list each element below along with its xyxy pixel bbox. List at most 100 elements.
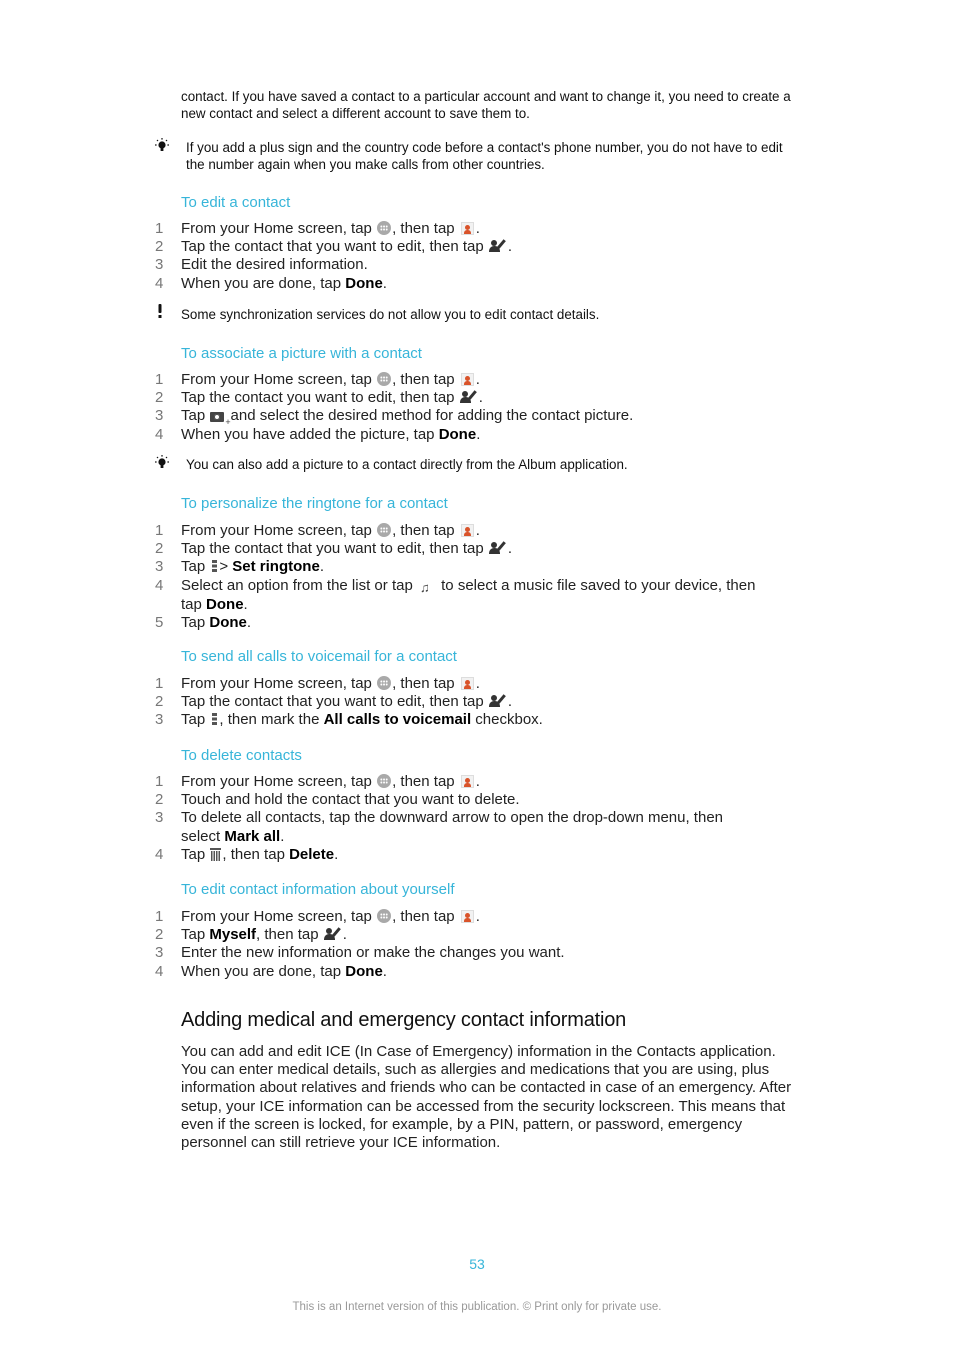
section-title: To associate a picture with a contact [181, 345, 422, 362]
step-number: 4 [155, 845, 164, 863]
ui-term: All calls to voicemail [323, 711, 472, 729]
step-item: 2 Tap the contact you want to edit, then … [0, 389, 954, 407]
step-item: 2 Tap the contact that you want to edit, … [0, 238, 954, 256]
step-item: 4 Tap , then tap Delete. [0, 846, 954, 864]
step-number: 3 [155, 256, 164, 274]
step-number: 1 [155, 220, 164, 237]
step-number: 5 [155, 613, 164, 631]
step-list: 1 From your Home screen, tap , then tap .… [0, 773, 954, 864]
step-text: When you are done, tap Done. [181, 274, 387, 292]
step-number: 2 [155, 791, 164, 809]
edit-contact-icon [459, 390, 478, 404]
contacts-icon [460, 677, 474, 690]
apps-icon [377, 523, 392, 537]
music-file-icon: ♫ [419, 579, 430, 595]
step-text: To delete all contacts, tap the downward… [181, 809, 723, 845]
step-text: Tap the contact that you want to edit, t… [181, 693, 513, 711]
step-item: 2 Touch and hold the contact that you wan… [0, 791, 954, 809]
exclamation-icon [158, 304, 162, 318]
contacts-icon [460, 373, 474, 386]
step-item: 1 From your Home screen, tap , then tap . [0, 371, 954, 389]
step-item: 4 Select an option from the list or tap ♫… [0, 577, 954, 614]
step-item: 3 Edit the desired information. [0, 256, 954, 274]
step-item: 4 When you have added the picture, tap Do… [0, 426, 954, 444]
step-list: 1 From your Home screen, tap , then tap .… [0, 522, 954, 632]
step-item: 1 From your Home screen, tap , then tap . [0, 908, 954, 926]
step-number: 3 [155, 711, 164, 729]
contacts-icon [460, 222, 474, 235]
tip-note: You can also add a picture to a contact … [186, 457, 628, 472]
contacts-icon [460, 910, 474, 923]
edit-contact-icon [323, 927, 342, 941]
step-number: 1 [155, 522, 164, 539]
edit-contact-icon [488, 541, 507, 555]
step-text: Tap > Set ringtone. [181, 558, 324, 576]
section-title: To send all calls to voicemail for a con… [181, 648, 457, 665]
section-title: To edit a contact [181, 194, 291, 211]
step-text: When you have added the picture, tap Don… [181, 425, 481, 443]
apps-icon [377, 221, 392, 235]
footer-notice: This is an Internet version of this publ… [292, 1301, 662, 1313]
step-list: 1 From your Home screen, tap , then tap .… [0, 220, 954, 293]
step-text: When you are done, tap Done. [181, 962, 387, 980]
step-item: 3 Tap , then mark the All calls to voicem… [0, 711, 954, 729]
ice-paragraph: You can add and edit ICE (In Case of Eme… [181, 1043, 792, 1152]
step-list: 1 From your Home screen, tap , then tap .… [0, 371, 954, 444]
step-text: Tap Myself, then tap . [181, 926, 347, 944]
step-item: 2 Tap the contact that you want to edit, … [0, 693, 954, 711]
ui-term: Delete [289, 845, 335, 863]
step-item: 4 When you are done, tap Done. [0, 963, 954, 981]
tip-note: If you add a plus sign and the country c… [186, 140, 783, 172]
step-number: 1 [155, 773, 164, 790]
step-text: From your Home screen, tap , then tap . [181, 371, 480, 388]
step-number: 2 [155, 238, 164, 256]
step-number: 4 [155, 425, 164, 443]
step-text: From your Home screen, tap , then tap . [181, 773, 480, 790]
step-number: 2 [155, 693, 164, 711]
ui-term: Done [438, 425, 477, 443]
trash-icon [210, 847, 222, 861]
step-text: From your Home screen, tap , then tap . [181, 908, 480, 925]
ui-term: Done [209, 613, 247, 631]
ui-term: Done [206, 595, 244, 613]
section-heading: Adding medical and emergency contact inf… [181, 1009, 627, 1031]
step-text: Tap the contact that you want to edit, t… [181, 540, 513, 558]
step-text: From your Home screen, tap , then tap . [181, 220, 480, 237]
step-text: From your Home screen, tap , then tap . [181, 675, 480, 692]
step-number: 3 [155, 944, 164, 962]
section-title: To delete contacts [181, 747, 302, 764]
lightbulb-icon [155, 138, 169, 151]
step-number: 2 [155, 926, 164, 944]
step-item: 1 From your Home screen, tap , then tap . [0, 675, 954, 693]
step-item: 3 Tap > Set ringtone. [0, 558, 954, 576]
step-number: 4 [155, 576, 164, 594]
ui-term: Mark all [224, 827, 281, 845]
step-number: 4 [155, 274, 164, 292]
ui-term: Set ringtone [232, 558, 320, 576]
apps-icon [377, 676, 392, 690]
step-item: 5 Tap Done. [0, 614, 954, 632]
step-text: Tap the contact you want to edit, then t… [181, 389, 483, 407]
step-text: Enter the new information or make the ch… [181, 944, 565, 962]
step-item: 2 Tap the contact that you want to edit, … [0, 540, 954, 558]
step-number: 2 [155, 540, 164, 558]
page-number: 53 [469, 1256, 485, 1272]
step-text: Tap the contact that you want to edit, t… [181, 238, 513, 256]
edit-contact-icon [488, 239, 507, 253]
step-text: Tap , then mark the All calls to voicema… [181, 711, 543, 729]
step-text: Tap , then tap Delete. [181, 845, 339, 863]
ui-term: Done [345, 274, 383, 292]
step-number: 1 [155, 371, 164, 388]
step-text: Select an option from the list or tap ♫ … [181, 576, 756, 613]
contacts-icon [460, 775, 474, 788]
step-number: 3 [155, 809, 164, 827]
step-text: Edit the desired information. [181, 256, 368, 274]
apps-icon [377, 909, 392, 923]
step-text: Tap Done. [181, 613, 252, 631]
step-number: 3 [155, 407, 164, 425]
warning-note: Some synchronization services do not all… [181, 307, 600, 322]
apps-icon [377, 774, 392, 788]
edit-contact-icon [488, 694, 507, 708]
ui-term: Myself [209, 926, 257, 944]
section-title: To edit contact information about yourse… [181, 881, 455, 898]
